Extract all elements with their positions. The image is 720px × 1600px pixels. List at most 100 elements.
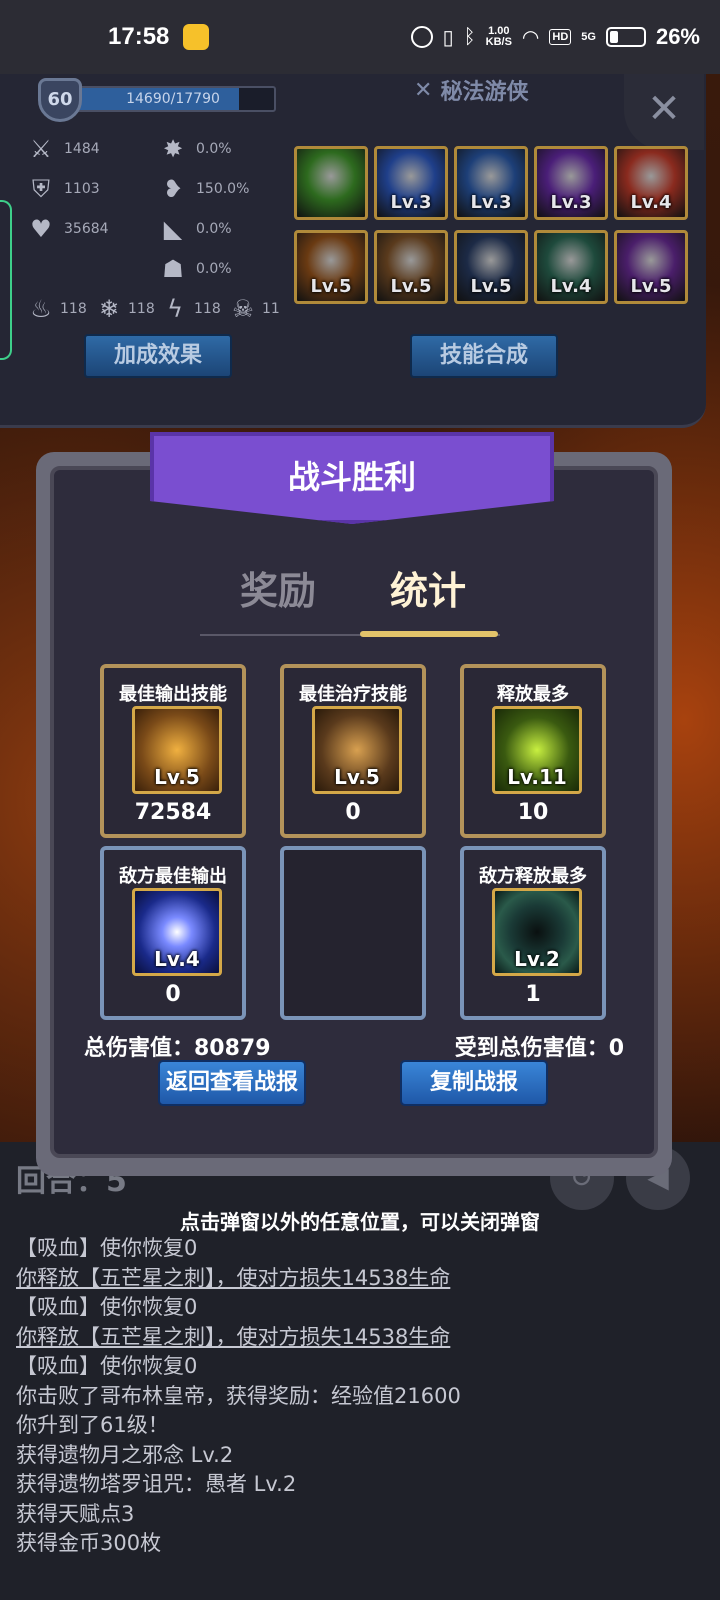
skull-mask-icon: ☗ [162,255,184,283]
active-tab-indicator [360,631,498,637]
copy-battle-report-button[interactable]: 复制战报 [400,1060,548,1106]
log-line: 你释放【五芒星之刺】，使对方损失14538生命 [16,1265,451,1290]
skill-slot[interactable]: Lv.5 [454,230,528,304]
vortex-skill-icon: Lv.2 [492,888,582,976]
lightning-icon: ϟ [167,295,183,323]
card-level: Lv.4 [154,947,200,971]
stat-ice: ❄ 118 [94,294,155,324]
skill-slot[interactable]: Lv.5 [374,230,448,304]
popup-tabs: 奖励 统计 [200,560,500,620]
close-panel-button[interactable]: ✕ [624,74,704,150]
xp-bar: 14690/17790 [70,86,276,112]
skill-slot[interactable]: Lv.3 [454,146,528,220]
card-enemy-most-cast[interactable]: 敌方释放最多 Lv.2 1 [460,846,606,1020]
class-title: ✕ 秘法游侠 [414,74,528,106]
skill-level: Lv.5 [310,276,352,297]
skill-slot[interactable]: Lv.5 [294,230,368,304]
hd-icon: HD [549,29,572,45]
log-line: 获得金币300枚 [16,1531,162,1555]
net-speed: 1.00 KB/S [485,25,512,48]
received-damage: 受到总伤害值：0 [454,1036,624,1061]
card-value: 0 [345,800,361,825]
card-best-damage-skill[interactable]: 最佳输出技能 Lv.5 72584 [100,664,246,838]
tab-stats[interactable]: 统计 [390,560,466,615]
alarm-icon [410,26,433,48]
review-battle-report-button[interactable]: 返回查看战报 [158,1060,306,1106]
card-title: 最佳输出技能 [119,684,227,705]
skill-slot[interactable]: Lv.3 [534,146,608,220]
status-time: 17:58 [108,23,170,50]
skill-slot[interactable]: Lv.4 [534,230,608,304]
total-damage: 总伤害值：80879 [84,1036,271,1061]
log-line: 获得遗物塔罗诅咒：愚者 Lv.2 [16,1472,297,1496]
vibrate-icon: ▯ [442,26,454,49]
skill-level: Lv.3 [470,192,512,213]
shield-icon: ⛨ [32,175,50,203]
battle-log: 【吸血】使你恢复0 你释放【五芒星之刺】，使对方损失14538生命 【吸血】使你恢复… [16,1234,706,1559]
card-title: 敌方释放最多 [479,866,587,887]
character-panel: 14690/17790 60 ✕ 秘法游侠 ✕ ⚔ 1484 ⛨ 1103 ♥ 356… [0,74,706,428]
skill-slot[interactable]: Lv.4 [614,146,688,220]
status-bar: 17:58 ▯ ᛒ 1.00 KB/S ◠ HD 5G 26% [0,0,720,74]
stat-fire: ♨ 118 [26,294,87,324]
log-line: 【吸血】使你恢复0 [16,1236,198,1260]
skill-level: Lv.5 [390,276,432,297]
sword-icon: ⚔ [30,135,52,163]
burst-icon: ✸ [162,135,184,163]
popup-title: 战斗胜利 [287,458,416,496]
light-orb-icon: Lv.4 [132,888,222,976]
skill-level: Lv.3 [390,192,432,213]
log-line: 【吸血】使你恢复0 [16,1295,198,1319]
stat-stun: ☗ 0.0% [158,254,231,284]
boot-icon: ◣ [163,215,183,243]
card-level: Lv.5 [154,765,200,789]
crossed-arrows-icon: ✕ [414,77,433,103]
battery-icon [605,27,646,47]
card-empty-slot [280,846,426,1020]
log-line: 你释放【五芒星之刺】，使对方损失14538生命 [16,1324,451,1349]
close-icon: ✕ [647,86,681,132]
card-level: Lv.2 [514,947,560,971]
log-line: 你击败了哥布林皇帝，获得奖励：经验值21600 [16,1383,461,1408]
heart-icon: ♥ [30,215,52,243]
log-line: 获得遗物月之邪念 Lv.2 [16,1442,234,1467]
tab-rewards[interactable]: 奖励 [240,560,316,615]
bluetooth-icon: ᛒ [463,25,476,48]
app-notification-icon [183,24,210,50]
stat-poison: ☠ 11 [228,294,280,324]
skill-slot[interactable]: Lv.5 [614,230,688,304]
skill-grid: Lv.3 Lv.3 Lv.3 Lv.4 Lv.5 Lv.5 Lv.5 Lv.4 Lv.5 [294,146,688,304]
skill-level: Lv.4 [550,276,592,297]
card-value: 1 [525,982,541,1007]
card-most-cast[interactable]: 释放最多 Lv.11 10 [460,664,606,838]
star-skill-icon: Lv.5 [132,706,222,794]
skill-level: Lv.5 [630,276,672,297]
skill-level: Lv.3 [550,192,592,213]
skill-slot[interactable] [294,146,368,220]
stat-defense: ⛨ 1103 [26,174,100,204]
stat-lifesteal: ❥ 150.0% [158,174,249,204]
card-level: Lv.11 [507,765,567,789]
fire-icon: ♨ [30,295,52,323]
skill-synthesis-button[interactable]: 技能合成 [410,334,558,378]
side-tab[interactable] [0,200,12,360]
stat-hp: ♥ 35684 [26,214,108,244]
wifi-icon: ◠ [521,26,540,49]
snowflake-icon: ❄ [98,295,120,323]
stat-crit: ✸ 0.0% [158,134,232,164]
log-line: 获得天赋点3 [16,1501,135,1526]
card-enemy-best-damage[interactable]: 敌方最佳输出 Lv.4 0 [100,846,246,1020]
card-value: 10 [517,800,549,825]
card-best-heal-skill[interactable]: 最佳治疗技能 Lv.5 0 [280,664,426,838]
level-badge: 60 [38,78,82,122]
log-line: 你升到了61级！ [16,1413,169,1437]
signal-icon: 5G [581,30,596,43]
card-title: 敌方最佳输出 [119,866,227,887]
bonus-effects-button[interactable]: 加成效果 [84,334,232,378]
class-name: 秘法游侠 [440,80,529,105]
victory-banner: 战斗胜利 [150,432,554,542]
skill-level: Lv.5 [470,276,512,297]
dagger-skill-icon: Lv.5 [312,706,402,794]
skill-slot[interactable]: Lv.3 [374,146,448,220]
broken-heart-icon: ❥ [162,175,184,203]
